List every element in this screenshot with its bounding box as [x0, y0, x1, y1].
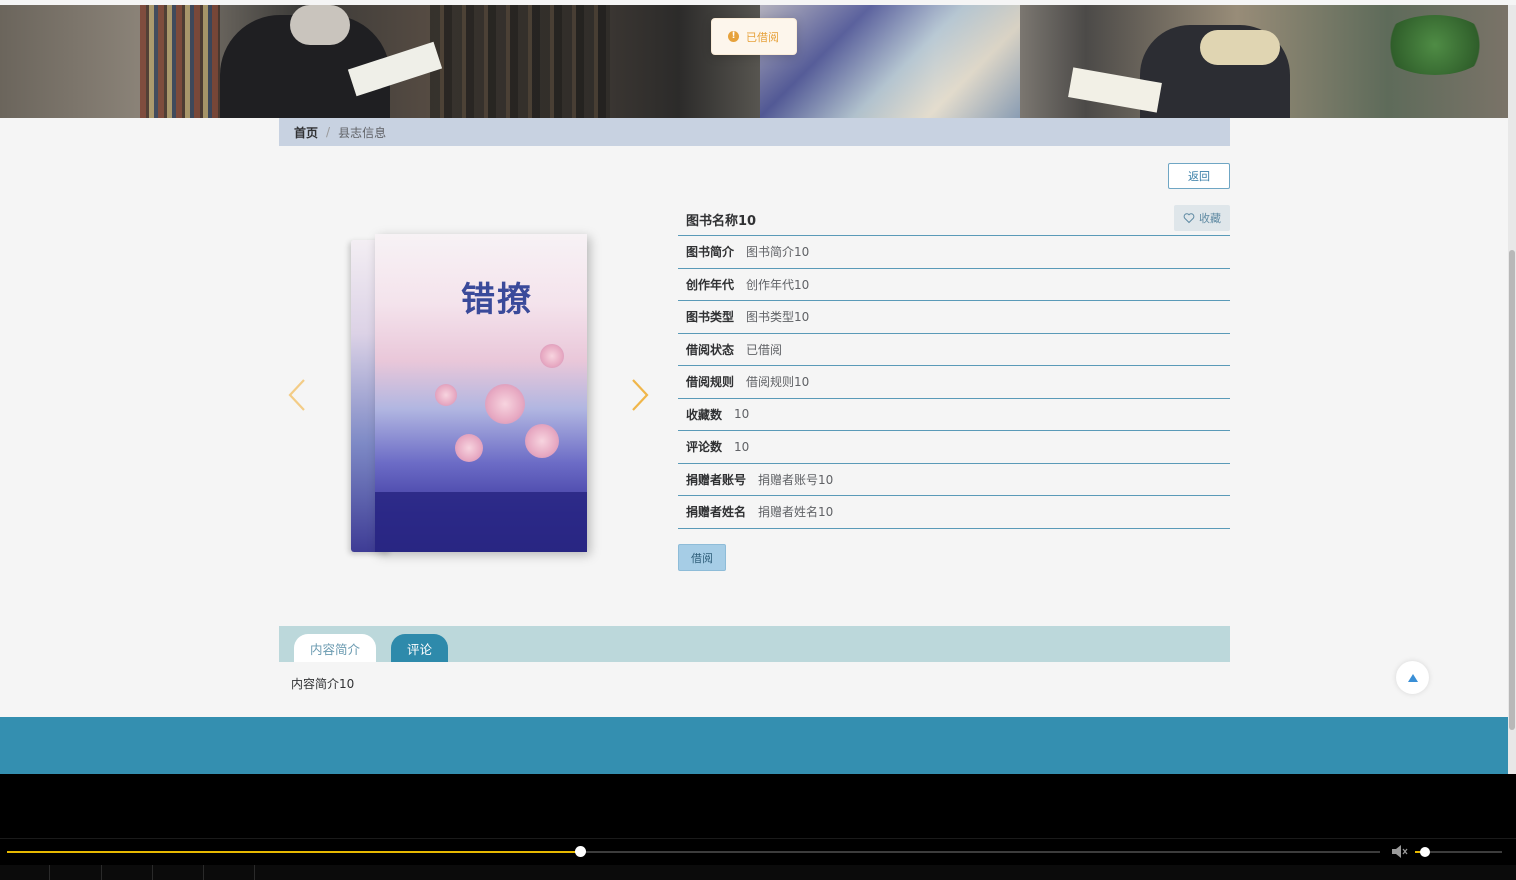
- breadcrumb: 首页 / 县志信息: [279, 118, 1230, 146]
- book-title-row: 图书名称10 收藏: [678, 204, 1230, 236]
- player-divider: [0, 838, 1516, 839]
- carousel-prev-arrow-icon[interactable]: [286, 377, 308, 413]
- back-to-top-button[interactable]: [1396, 661, 1429, 694]
- field-value: 图书类型10: [746, 310, 810, 325]
- book-field-row: 图书类型 图书类型10: [678, 301, 1230, 334]
- book-image-carousel: 错撩: [279, 232, 659, 562]
- page-footer: [0, 717, 1508, 774]
- playback-progress-bar[interactable]: [7, 846, 1380, 857]
- taskbar: [0, 865, 1516, 880]
- page-viewport: ! 已借阅 首页 / 县志信息 返回 错撩 图书名称10 收藏 图书简介 图书简…: [0, 0, 1516, 774]
- banner-reader-collar: [1200, 30, 1280, 65]
- field-value: 10: [734, 439, 750, 454]
- field-label: 图书类型: [686, 310, 735, 325]
- page-scrollbar[interactable]: [1508, 5, 1516, 774]
- field-value: 借阅规则10: [746, 375, 810, 390]
- cover-band: [375, 492, 587, 552]
- cover-title: 错撩: [461, 280, 533, 320]
- playback-progress-fill: [7, 851, 580, 853]
- banner-reader-head: [290, 5, 350, 45]
- book-cover-image: 错撩: [351, 232, 591, 562]
- field-value: 图书简介10: [746, 245, 810, 260]
- borrow-button[interactable]: 借阅: [678, 544, 726, 571]
- field-label: 借阅状态: [686, 342, 735, 357]
- book-field-row: 收藏数 10: [678, 399, 1230, 431]
- favorite-label: 收藏: [1199, 212, 1221, 225]
- book-field-row: 借阅规则 借阅规则10: [678, 366, 1230, 399]
- field-label: 借阅规则: [686, 375, 735, 390]
- cover-flower: [540, 344, 564, 368]
- banner-plant: [1380, 15, 1490, 75]
- breadcrumb-home[interactable]: 首页: [294, 124, 318, 141]
- carousel-next-arrow-icon[interactable]: [629, 377, 651, 413]
- field-label: 评论数: [686, 440, 723, 455]
- taskbar-item[interactable]: [102, 865, 153, 880]
- field-label: 创作年代: [686, 277, 735, 292]
- back-button[interactable]: 返回: [1168, 163, 1230, 189]
- book-field-row: 图书简介 图书简介10: [678, 236, 1230, 269]
- volume-handle[interactable]: [1419, 847, 1430, 857]
- cover-flower: [455, 434, 483, 462]
- cover-flower: [525, 424, 559, 458]
- favorite-button[interactable]: 收藏: [1174, 205, 1230, 231]
- book-field-row: 创作年代 创作年代10: [678, 269, 1230, 301]
- book-field-row: 评论数 10: [678, 431, 1230, 464]
- field-label: 收藏数: [686, 407, 723, 422]
- taskbar-item[interactable]: [153, 865, 204, 880]
- field-value: 捐赠者姓名10: [758, 505, 834, 520]
- playback-progress-handle[interactable]: [574, 846, 586, 857]
- tab-content-intro[interactable]: 内容简介: [294, 634, 376, 662]
- banner-bookshelf: [430, 5, 610, 118]
- banner-bookshelf: [140, 5, 220, 118]
- taskbar-item[interactable]: [50, 865, 102, 880]
- heart-icon: [1183, 213, 1195, 224]
- caret-up-icon: [1407, 673, 1418, 682]
- breadcrumb-separator: /: [326, 125, 331, 139]
- breadcrumb-current: 县志信息: [338, 125, 387, 140]
- field-value: 创作年代10: [746, 277, 810, 292]
- book-field-list: 图书简介 图书简介10 创作年代 创作年代10 图书类型 图书类型10 借阅状态 已借阅 借阅规…: [678, 236, 1230, 529]
- volume-icon[interactable]: [1392, 845, 1408, 858]
- tab-comments[interactable]: 评论: [391, 634, 448, 662]
- book-field-row: 捐赠者姓名 捐赠者姓名10: [678, 496, 1230, 529]
- field-value: 10: [734, 407, 750, 422]
- cover-flower: [485, 384, 525, 424]
- cover-flower: [435, 384, 457, 406]
- toast-message: 已借阅: [746, 30, 779, 44]
- scrollbar-thumb[interactable]: [1509, 250, 1515, 730]
- field-label: 捐赠者账号: [686, 472, 747, 487]
- field-label: 图书简介: [686, 245, 735, 260]
- tab-bar: 内容简介 评论: [279, 626, 1230, 662]
- warning-icon: !: [728, 31, 739, 42]
- field-label: 捐赠者姓名: [686, 505, 747, 520]
- taskbar-item[interactable]: [204, 865, 255, 880]
- banner-book-display: [760, 5, 1020, 118]
- book-field-row: 捐赠者账号 捐赠者账号10: [678, 464, 1230, 496]
- book-title: 图书名称10: [686, 214, 757, 229]
- book-detail-panel: 图书名称10 收藏 图书简介 图书简介10 创作年代 创作年代10 图书类型 图书类型10…: [678, 204, 1230, 529]
- volume-slider[interactable]: [1415, 847, 1502, 857]
- status-toast: ! 已借阅: [711, 18, 797, 55]
- book-field-row: 借阅状态 已借阅: [678, 334, 1230, 366]
- taskbar-item[interactable]: [0, 865, 50, 880]
- field-value: 已借阅: [746, 342, 783, 357]
- tab-content-text: 内容简介10: [291, 677, 355, 691]
- field-value: 捐赠者账号10: [758, 472, 834, 487]
- video-player-controls: [0, 774, 1516, 880]
